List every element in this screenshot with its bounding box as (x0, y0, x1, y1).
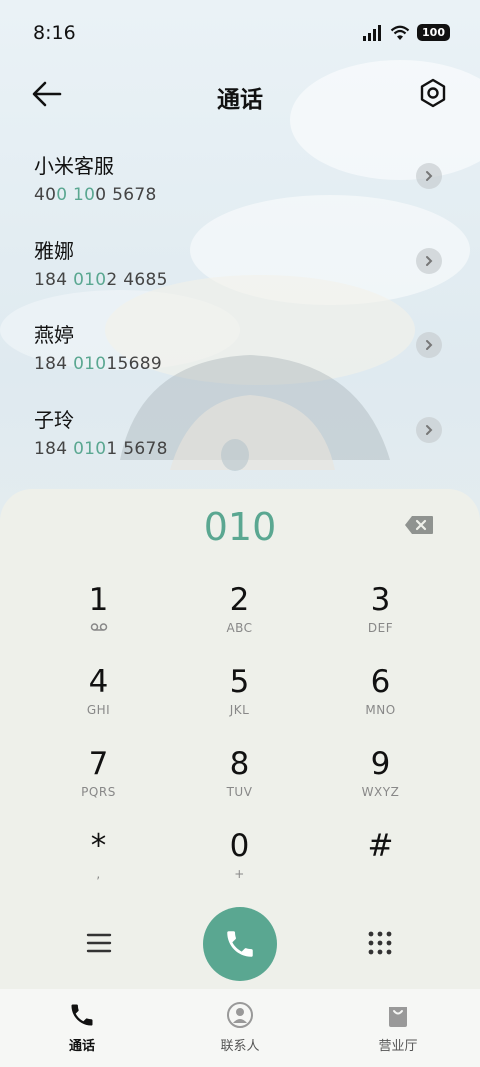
wifi-icon (390, 25, 410, 40)
contact-name: 雅娜 (34, 238, 74, 263)
result-item[interactable]: 子玲 184 0101 5678 (0, 387, 480, 472)
chevron-right-icon (426, 171, 433, 181)
key-7[interactable]: 7 PQRS (28, 747, 169, 829)
menu-button[interactable] (85, 929, 113, 957)
contact-name: 小米客服 (34, 154, 114, 178)
status-icons: 100 (363, 24, 450, 41)
search-results-list: 小米客服 400 100 5678 雅娜 184 0102 4685 燕婷 18… (0, 133, 480, 471)
contact-name: 燕婷 (34, 323, 74, 347)
status-time: 8:16 (33, 22, 76, 44)
key-3[interactable]: 3 DEF (310, 583, 451, 665)
detail-button[interactable] (416, 416, 442, 443)
dialpad-grid-icon (368, 931, 392, 955)
bottom-navigation: 通话 联系人 营业厅 (0, 989, 480, 1067)
menu-icon (86, 933, 112, 953)
detail-button[interactable] (416, 247, 442, 274)
key-4[interactable]: 4 GHI (28, 665, 169, 747)
keypad-toggle-button[interactable] (366, 929, 394, 957)
battery-indicator: 100 (417, 24, 450, 41)
contact-name: 子玲 (34, 407, 74, 432)
key-hash[interactable]: # (310, 829, 451, 911)
key-8[interactable]: 8 TUV (169, 747, 310, 829)
contact-number: 184 01015689 (34, 354, 163, 374)
backspace-icon (405, 516, 433, 534)
key-6[interactable]: 6 MNO (310, 665, 451, 747)
chevron-right-icon (426, 424, 433, 435)
page-title: 通话 (217, 87, 263, 113)
key-star[interactable]: * , (28, 829, 169, 911)
call-button[interactable] (203, 907, 277, 981)
result-item[interactable]: 小米客服 400 100 5678 (0, 133, 480, 218)
dialer-panel: 010 1 2 ABC 3 DEF 4 GHI 5 JKL 6 MNO 7 PQ… (0, 489, 480, 989)
key-5[interactable]: 5 JKL (169, 665, 310, 747)
key-9[interactable]: 9 WXYZ (310, 747, 451, 829)
result-item[interactable]: 雅娜 184 0102 4685 (0, 218, 480, 303)
key-2[interactable]: 2 ABC (169, 583, 310, 665)
result-item[interactable]: 燕婷 184 01015689 (0, 302, 480, 387)
keypad: 1 2 ABC 3 DEF 4 GHI 5 JKL 6 MNO 7 PQRS 8… (28, 583, 452, 911)
dialer-actions (0, 907, 480, 983)
detail-button[interactable] (416, 332, 442, 358)
chevron-right-icon (426, 255, 433, 266)
key-0[interactable]: 0 + (169, 829, 310, 911)
nav-tab-calls[interactable]: 通话 (22, 1001, 142, 1054)
chevron-right-icon (426, 340, 433, 350)
nav-tab-contacts[interactable]: 联系人 (180, 1001, 300, 1054)
contact-number: 400 100 5678 (34, 185, 157, 205)
status-bar: 8:16 100 (0, 0, 480, 66)
phone-icon (71, 1004, 93, 1026)
shop-bag-icon (389, 1007, 407, 1027)
settings-button[interactable] (418, 78, 448, 110)
contact-number: 184 0101 5678 (34, 438, 168, 459)
top-bar: 通话 (0, 70, 480, 120)
signal-icon (363, 24, 382, 41)
nav-tab-store[interactable]: 营业厅 (338, 1001, 458, 1054)
detail-button[interactable] (416, 163, 442, 189)
contact-number: 184 0102 4685 (34, 269, 168, 290)
key-1[interactable]: 1 (28, 583, 169, 665)
settings-hexagon-icon (420, 78, 446, 108)
phone-icon (227, 931, 253, 957)
contact-icon (227, 1002, 253, 1028)
voicemail-icon (28, 621, 169, 635)
backspace-button[interactable] (404, 515, 434, 537)
